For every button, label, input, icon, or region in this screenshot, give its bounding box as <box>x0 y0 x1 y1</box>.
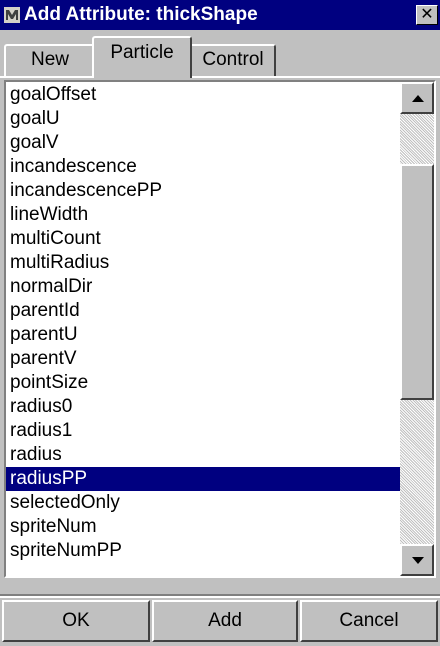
add-button[interactable]: Add <box>152 600 298 642</box>
tab-particle[interactable]: Particle <box>92 36 192 78</box>
scroll-up-button[interactable] <box>400 82 434 114</box>
add-attribute-dialog: Add Attribute: thickShape ✕ New Particle… <box>0 0 440 646</box>
close-icon: ✕ <box>420 6 434 23</box>
tab-new[interactable]: New <box>4 44 96 76</box>
list-item[interactable]: normalDir <box>6 275 400 299</box>
list-item[interactable]: pointSize <box>6 371 400 395</box>
list-item[interactable]: multiCount <box>6 227 400 251</box>
cancel-button[interactable]: Cancel <box>300 600 438 642</box>
maya-app-icon <box>4 7 20 23</box>
list-item[interactable]: radius <box>6 443 400 467</box>
list-item[interactable]: parentU <box>6 323 400 347</box>
list-item[interactable]: radiusPP <box>6 467 400 491</box>
ok-button[interactable]: OK <box>2 600 150 642</box>
close-button[interactable]: ✕ <box>416 5 438 25</box>
list-item[interactable]: selectedOnly <box>6 491 400 515</box>
list-item[interactable]: spriteNum <box>6 515 400 539</box>
title-bar[interactable]: Add Attribute: thickShape ✕ <box>0 0 440 30</box>
vertical-scrollbar[interactable] <box>400 82 434 576</box>
arrow-up-icon <box>412 95 424 102</box>
tab-divider <box>192 76 440 78</box>
scroll-down-button[interactable] <box>400 544 434 576</box>
list-item[interactable]: radius0 <box>6 395 400 419</box>
list-item[interactable]: radius1 <box>6 419 400 443</box>
list-item[interactable]: parentId <box>6 299 400 323</box>
scrollbar-thumb[interactable] <box>400 164 434 400</box>
list-item[interactable]: goalOffset <box>6 83 400 107</box>
attribute-listbox[interactable]: goalOffset goalU goalV incandescence incande… <box>4 80 436 578</box>
list-item[interactable]: incandescence <box>6 155 400 179</box>
list-item[interactable]: multiRadius <box>6 251 400 275</box>
tab-control[interactable]: Control <box>190 44 276 76</box>
list-item[interactable]: parentV <box>6 347 400 371</box>
separator <box>0 596 440 598</box>
list-item[interactable]: incandescencePP <box>6 179 400 203</box>
list-item[interactable]: goalV <box>6 131 400 155</box>
tab-divider <box>0 76 92 78</box>
list-item[interactable]: lineWidth <box>6 203 400 227</box>
arrow-down-icon <box>412 557 424 564</box>
list-item[interactable]: spriteNumPP <box>6 539 400 563</box>
window-title: Add Attribute: thickShape <box>24 4 258 25</box>
list-item[interactable]: goalU <box>6 107 400 131</box>
attribute-list[interactable]: goalOffset goalU goalV incandescence incande… <box>6 82 400 576</box>
